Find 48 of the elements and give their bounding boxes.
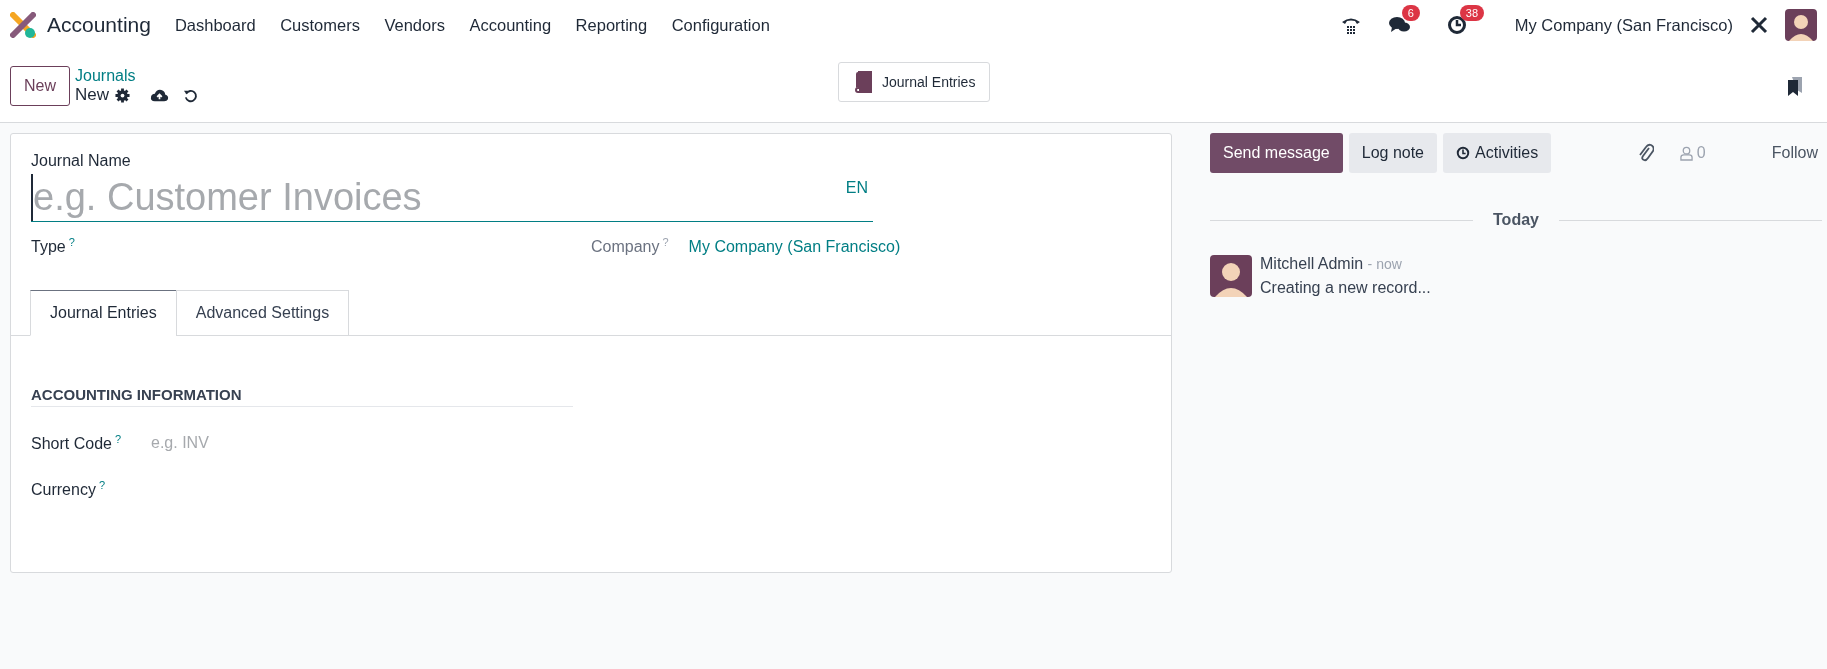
menu-item[interactable]: Vendors bbox=[384, 15, 445, 35]
menu-item[interactable]: Customers bbox=[280, 15, 360, 35]
field-label: Journal Name bbox=[31, 152, 132, 170]
clock-icon bbox=[1456, 146, 1470, 160]
bookmarks-icon[interactable] bbox=[1787, 76, 1803, 96]
smart-button[interactable]: Journal Entries bbox=[838, 62, 991, 102]
message-body: Creating a new record... bbox=[1260, 279, 1431, 297]
undo-icon[interactable] bbox=[183, 87, 198, 103]
help-tooltip[interactable]: ? bbox=[98, 479, 106, 492]
notebook-tab[interactable]: Journal Entries bbox=[30, 290, 177, 337]
section-title: ACCOUNTING INFORMATION bbox=[31, 386, 573, 408]
date-separator: Today bbox=[1493, 211, 1539, 229]
chatter-button[interactable]: Send message bbox=[1210, 133, 1343, 173]
chat-icon[interactable] bbox=[1388, 15, 1411, 35]
help-tooltip[interactable]: ? bbox=[68, 236, 75, 248]
settings-icon[interactable] bbox=[115, 87, 130, 103]
field-label: Currency bbox=[31, 481, 96, 499]
message-author: Mitchell Admin bbox=[1260, 255, 1364, 272]
company-link[interactable]: My Company (San Francisco) bbox=[688, 238, 901, 256]
app-name[interactable]: Accounting bbox=[47, 13, 151, 37]
cloud-upload-icon[interactable] bbox=[150, 87, 169, 103]
clock-icon[interactable] bbox=[1446, 15, 1467, 35]
chatter-button[interactable]: Log note bbox=[1348, 133, 1437, 173]
field-label: Short Code bbox=[31, 435, 112, 453]
record-name: New bbox=[75, 85, 109, 105]
author-avatar bbox=[1210, 255, 1252, 297]
followers-count: 0 bbox=[1696, 144, 1706, 162]
field-label: Type bbox=[31, 238, 66, 256]
book-icon bbox=[853, 71, 873, 93]
notification-badge: 6 bbox=[1401, 5, 1420, 21]
field-label: Company bbox=[591, 238, 660, 256]
menu-item[interactable]: Dashboard bbox=[174, 15, 256, 35]
menu-item[interactable]: Configuration bbox=[671, 15, 770, 35]
follow-button[interactable]: Follow bbox=[1771, 144, 1818, 162]
paperclip-icon[interactable] bbox=[1637, 143, 1654, 163]
help-tooltip[interactable]: ? bbox=[114, 433, 122, 446]
menu-item[interactable]: Reporting bbox=[575, 15, 648, 35]
app-logo-icon[interactable] bbox=[10, 12, 36, 38]
chatter-button[interactable]: Activities bbox=[1443, 133, 1552, 173]
new-button[interactable]: New bbox=[10, 66, 70, 106]
menu-item[interactable]: Accounting bbox=[469, 15, 552, 35]
notebook-tab[interactable]: Advanced Settings bbox=[175, 290, 350, 337]
company-switcher[interactable]: My Company (San Francisco) bbox=[1514, 15, 1733, 35]
breadcrumb-link[interactable]: Journals bbox=[75, 67, 198, 85]
language-toggle[interactable]: EN bbox=[845, 178, 868, 197]
message-time: - now bbox=[1367, 256, 1402, 272]
notification-badge: 38 bbox=[1459, 5, 1484, 21]
user-avatar[interactable] bbox=[1785, 9, 1817, 41]
